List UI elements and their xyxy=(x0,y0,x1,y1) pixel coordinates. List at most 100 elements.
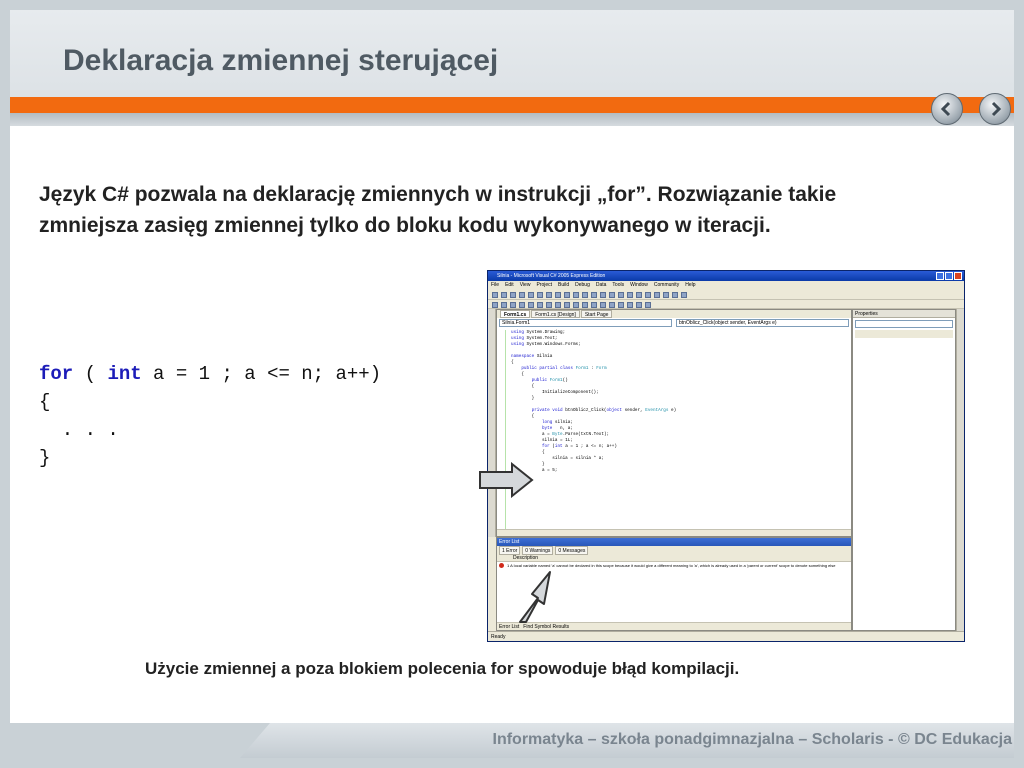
toolbar-button-icon xyxy=(636,292,642,298)
editor-tab: Start Page xyxy=(580,310,613,318)
editor-code: using System.Drawing; using System.Text; u… xyxy=(511,330,676,474)
toolbox-strip xyxy=(488,309,496,537)
maximize-icon xyxy=(945,272,953,280)
toolbar-button-icon xyxy=(492,302,498,308)
slide: Deklaracja zmiennej sterującej Język C# … xyxy=(0,0,1024,768)
toolbar-button-icon xyxy=(519,292,525,298)
ide-status-bar: Ready xyxy=(488,631,964,641)
editor-code-line: a = 5; xyxy=(541,468,558,473)
properties-title: Properties xyxy=(853,310,955,318)
solution-strip xyxy=(956,309,964,631)
toolbar-button-icon xyxy=(501,302,507,308)
error-list-header: Description xyxy=(497,555,851,562)
toolbar-button-icon xyxy=(573,292,579,298)
next-slide-button[interactable] xyxy=(979,93,1011,125)
toolbar-button-icon xyxy=(600,302,606,308)
ide-title-bar: Silnia - Microsoft Visual C# 2005 Expres… xyxy=(488,271,964,281)
ide-menu-item: Data xyxy=(595,282,607,288)
bottom-panel-tab: Error List xyxy=(499,624,520,630)
editor-navigation-bar: Silnia.Form1 btnOblicz_Click(object send… xyxy=(497,319,851,327)
ide-menu-item: Help xyxy=(685,282,696,288)
toolbar-button-icon xyxy=(672,292,678,298)
toolbar-button-icon xyxy=(546,302,552,308)
properties-selector xyxy=(855,320,953,328)
ide-window-title: Silnia - Microsoft Visual C# 2005 Expres… xyxy=(497,273,606,279)
ide-menu-bar: File Edit View Project Build Debug Data Tools Wi… xyxy=(488,281,964,290)
toolbar-button-icon xyxy=(528,292,534,298)
minimize-icon xyxy=(936,272,944,280)
close-icon xyxy=(954,272,962,280)
toolbar-button-icon xyxy=(591,302,597,308)
ide-menu-item: Community xyxy=(653,282,680,288)
properties-panel: Properties xyxy=(852,309,956,631)
orange-divider xyxy=(10,97,1014,113)
code-editor: Form1.cs Form1.cs [Design] Start Page Siln… xyxy=(496,309,852,537)
toolbar-button-icon xyxy=(573,302,579,308)
toolbar-button-icon xyxy=(681,292,687,298)
toolbar-button-icon xyxy=(528,302,534,308)
error-filter-tab: 0 Warnings xyxy=(522,546,554,555)
toolbar-button-icon xyxy=(564,292,570,298)
toolbar-button-icon xyxy=(537,302,543,308)
toolbar-button-icon xyxy=(519,302,525,308)
toolbar-button-icon xyxy=(582,302,588,308)
properties-toolbar xyxy=(855,330,953,338)
code-sample: for ( int a = 1 ; a <= n; a++) { . . . } xyxy=(39,360,381,472)
toolbar-button-icon xyxy=(627,292,633,298)
toolbar-button-icon xyxy=(663,292,669,298)
prev-slide-button[interactable] xyxy=(931,93,963,125)
ide-toolbar xyxy=(488,290,964,300)
footer-text: Informatyka – szkoła ponadgimnazjalna – … xyxy=(492,731,1013,748)
code-line-for: for ( int a = 1 ; a <= n; a++) xyxy=(39,360,381,388)
toolbar-button-icon xyxy=(618,302,624,308)
toolbar-button-icon xyxy=(654,292,660,298)
toolbar-button-icon xyxy=(645,302,651,308)
error-list-title: Error List xyxy=(497,538,851,546)
pointer-arrow-right-icon xyxy=(479,462,534,498)
arrow-right-icon xyxy=(991,101,1002,117)
member-combo: btnOblicz_Click(object sender, EventArgs… xyxy=(676,319,849,327)
ide-menu-item: Window xyxy=(630,282,648,288)
toolbar-button-icon xyxy=(627,302,633,308)
toolbar-button-icon xyxy=(510,292,516,298)
editor-code-line: private void btnOblicz_Click(object send… xyxy=(531,408,677,413)
keyword-int: int xyxy=(107,363,142,385)
change-margin xyxy=(505,330,506,535)
toolbar-button-icon xyxy=(546,292,552,298)
ide-menu-item: Debug xyxy=(575,282,590,288)
pointer-arrow-up-icon xyxy=(519,571,551,623)
class-combo: Silnia.Form1 xyxy=(499,319,672,327)
toolbar-button-icon xyxy=(510,302,516,308)
ide-menu-item: Build xyxy=(558,282,570,288)
ide-menu-item: File xyxy=(491,282,500,288)
error-filter-tab: 0 Messages xyxy=(555,546,589,555)
slide-caption: Użycie zmiennej a poza blokiem polecenia… xyxy=(145,659,740,678)
toolbar-button-icon xyxy=(555,292,561,298)
ide-toolbar-secondary xyxy=(488,300,964,309)
toolbar-button-icon xyxy=(645,292,651,298)
arrow-left-icon xyxy=(940,101,951,117)
ide-menu-item: Project xyxy=(536,282,552,288)
code-loop-rest: a = 1 ; a <= n; a++) xyxy=(141,363,382,385)
toolbar-button-icon xyxy=(564,302,570,308)
editor-tabs: Form1.cs Form1.cs [Design] Start Page xyxy=(497,310,851,318)
toolbar-button-icon xyxy=(600,292,606,298)
code-open-brace: { xyxy=(39,391,51,413)
ide-menu-item: Tools xyxy=(612,282,625,288)
toolbar-button-icon xyxy=(555,302,561,308)
error-icon xyxy=(499,563,504,569)
toolbar-button-icon xyxy=(636,302,642,308)
code-ellipsis: . . . xyxy=(39,419,119,441)
grey-divider xyxy=(10,113,1014,126)
ide-menu-item: View xyxy=(519,282,531,288)
toolbar-button-icon xyxy=(591,292,597,298)
code-paren: ( xyxy=(84,363,108,385)
toolbar-button-icon xyxy=(609,292,615,298)
editor-scrollbar xyxy=(497,529,851,536)
toolbar-button-icon xyxy=(582,292,588,298)
toolbar-button-icon xyxy=(618,292,624,298)
slide-title: Deklaracja zmiennej sterującej xyxy=(63,44,499,77)
toolbar-button-icon xyxy=(609,302,615,308)
editor-tab: Form1.cs xyxy=(500,310,531,318)
ide-menu-item: Edit xyxy=(505,282,514,288)
